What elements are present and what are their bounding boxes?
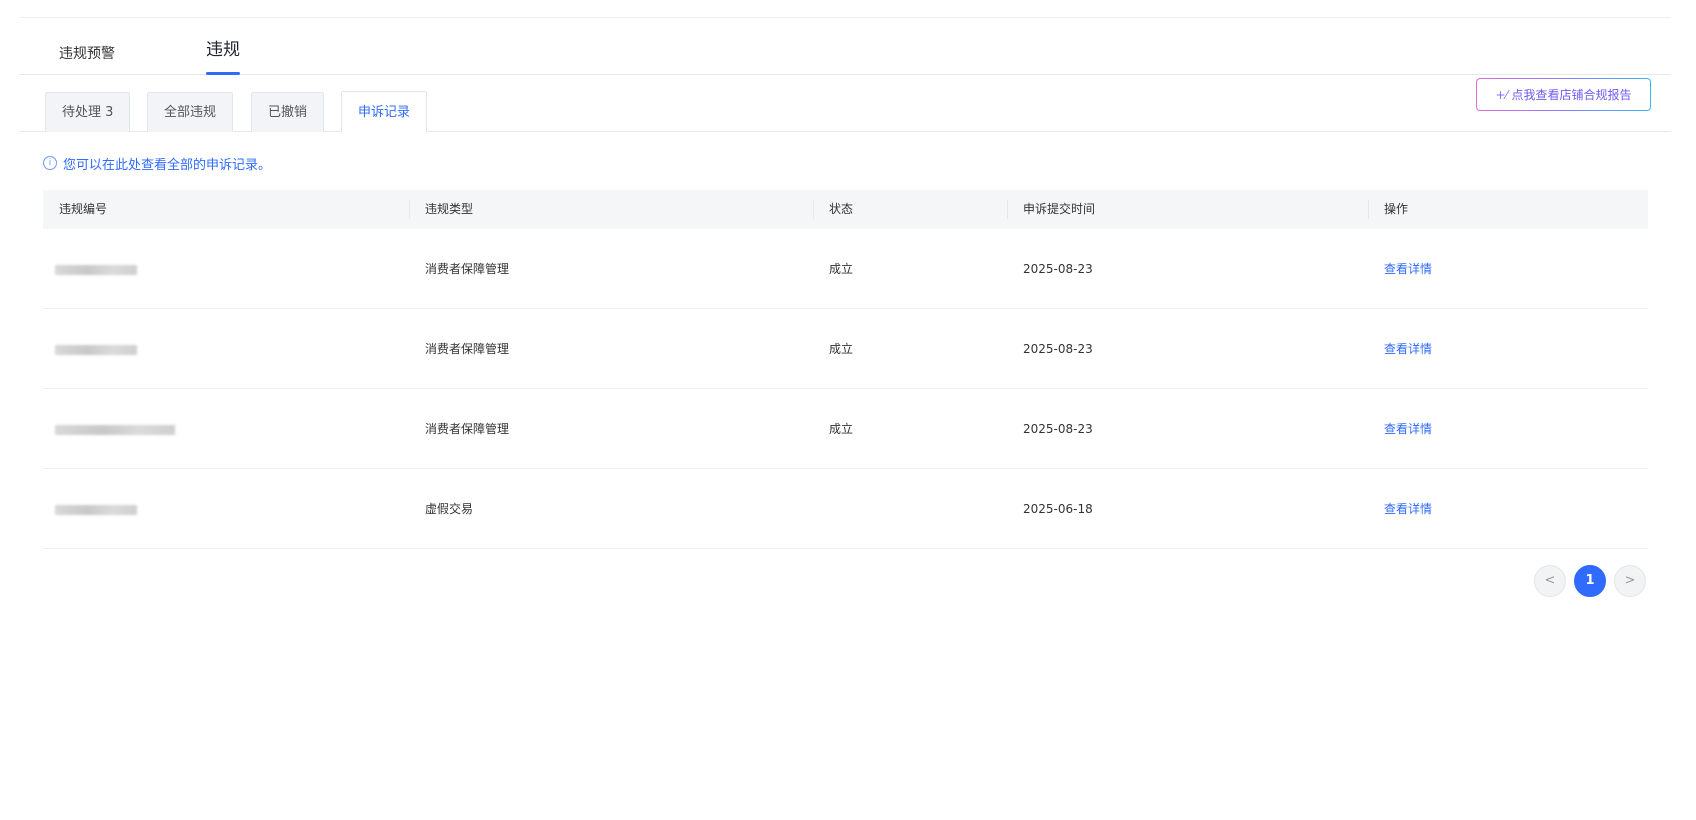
active-tab-indicator bbox=[206, 72, 240, 75]
tab-violation[interactable]: 违规 bbox=[206, 40, 240, 77]
status: 成立 bbox=[829, 342, 854, 356]
tab-violation-warning[interactable]: 违规预警 bbox=[59, 44, 115, 81]
compliance-report-button[interactable]: +⁄ 点我查看店铺合规报告 bbox=[1476, 78, 1651, 111]
table-row: 虚假交易 2025-06-18 查看详情 bbox=[43, 469, 1648, 549]
appeal-notice: i 您可以在此处查看全部的申诉记录。 bbox=[43, 154, 272, 173]
header-status: 状态 bbox=[813, 190, 853, 229]
table-header: 违规编号 违规类型 状态 申诉提交时间 操作 bbox=[43, 190, 1648, 229]
view-details-link[interactable]: 查看详情 bbox=[1368, 309, 1432, 389]
tab-violation-label: 违规 bbox=[206, 40, 240, 60]
header-action: 操作 bbox=[1368, 190, 1408, 229]
appeal-records-table: 违规编号 违规类型 状态 申诉提交时间 操作 消费者保障管理 成立 2025-0… bbox=[43, 190, 1648, 549]
header-violation-id: 违规编号 bbox=[59, 202, 108, 216]
info-icon: i bbox=[43, 156, 57, 170]
submit-time: 2025-08-23 bbox=[1023, 342, 1093, 356]
violation-type: 消费者保障管理 bbox=[425, 342, 510, 356]
compliance-report-label: 点我查看店铺合规报告 bbox=[1511, 88, 1632, 102]
notice-text: 您可以在此处查看全部的申诉记录。 bbox=[63, 157, 272, 173]
page-1-button[interactable]: 1 bbox=[1574, 565, 1606, 597]
submit-time: 2025-06-18 bbox=[1023, 502, 1093, 516]
violation-type: 虚假交易 bbox=[425, 502, 474, 516]
view-details-link[interactable]: 查看详情 bbox=[1368, 389, 1432, 469]
table-row: 消费者保障管理 成立 2025-08-23 查看详情 bbox=[43, 389, 1648, 469]
status: 成立 bbox=[829, 422, 854, 436]
status: 成立 bbox=[829, 262, 854, 276]
tab-pending[interactable]: 待处理 3 bbox=[45, 92, 131, 132]
next-page-button[interactable]: > bbox=[1614, 565, 1646, 597]
view-details-link[interactable]: 查看详情 bbox=[1368, 469, 1432, 549]
violation-type: 消费者保障管理 bbox=[425, 262, 510, 276]
violation-type: 消费者保障管理 bbox=[425, 422, 510, 436]
sparkle-icon: +⁄ bbox=[1495, 87, 1508, 102]
header-submit-time: 申诉提交时间 bbox=[1007, 190, 1095, 229]
violation-id-masked bbox=[43, 469, 137, 549]
status bbox=[813, 469, 829, 549]
top-divider bbox=[20, 17, 1671, 18]
pagination: < 1 > bbox=[1534, 565, 1646, 597]
header-violation-type: 违规类型 bbox=[409, 190, 473, 229]
primary-tabs: 违规预警 违规 bbox=[20, 38, 1671, 75]
submit-time: 2025-08-23 bbox=[1023, 422, 1093, 436]
tab-all-violations[interactable]: 全部违规 bbox=[147, 92, 234, 132]
tab-revoked[interactable]: 已撤销 bbox=[251, 92, 325, 132]
submit-time: 2025-08-23 bbox=[1023, 262, 1093, 276]
sub-tabs: 待处理 3 全部违规 已撤销 申诉记录 bbox=[20, 91, 1671, 132]
violation-id-masked bbox=[43, 389, 175, 469]
prev-page-button[interactable]: < bbox=[1534, 565, 1566, 597]
violation-id-masked bbox=[43, 229, 137, 309]
tab-appeal-records[interactable]: 申诉记录 bbox=[341, 91, 428, 132]
violation-id-masked bbox=[43, 309, 137, 389]
table-row: 消费者保障管理 成立 2025-08-23 查看详情 bbox=[43, 229, 1648, 309]
view-details-link[interactable]: 查看详情 bbox=[1368, 229, 1432, 309]
table-row: 消费者保障管理 成立 2025-08-23 查看详情 bbox=[43, 309, 1648, 389]
